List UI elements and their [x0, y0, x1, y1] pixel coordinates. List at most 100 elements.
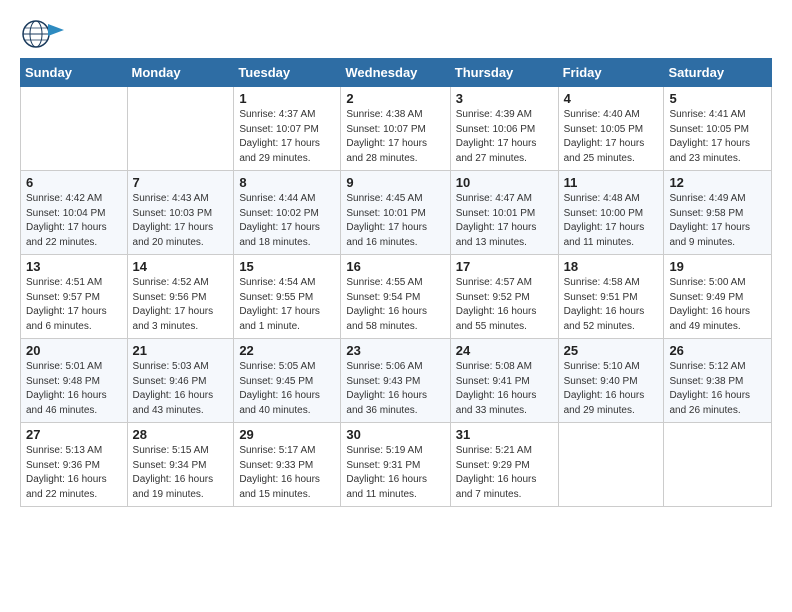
- day-number: 9: [346, 175, 444, 190]
- weekday-header-wednesday: Wednesday: [341, 59, 450, 87]
- day-number: 28: [133, 427, 229, 442]
- day-info: Sunrise: 4:47 AM Sunset: 10:01 PM Daylig…: [456, 192, 553, 250]
- day-number: 29: [239, 427, 335, 442]
- calendar-cell: 31 Sunrise: 5:21 AM Sunset: 9:29 PM Dayli…: [450, 423, 558, 507]
- day-info: Sunrise: 4:40 AM Sunset: 10:05 PM Daylig…: [564, 108, 659, 166]
- calendar-cell: 5Sunrise: 4:41 AM Sunset: 10:05 PM Dayli…: [664, 87, 772, 171]
- calendar-cell: 30 Sunrise: 5:19 AM Sunset: 9:31 PM Dayli…: [341, 423, 450, 507]
- day-info: Sunrise: 5:19 AM Sunset: 9:31 PM Dayligh…: [346, 444, 444, 502]
- calendar-cell: 14 Sunrise: 4:52 AM Sunset: 9:56 PM Dayli…: [127, 255, 234, 339]
- week-row-1: 1 Sunrise: 4:37 AM Sunset: 10:07 PM Dayli…: [21, 87, 772, 171]
- calendar-cell: 8Sunrise: 4:44 AM Sunset: 10:02 PM Dayli…: [234, 171, 341, 255]
- day-number: 14: [133, 259, 229, 274]
- day-info: Sunrise: 5:13 AM Sunset: 9:36 PM Dayligh…: [26, 444, 122, 502]
- day-info: Sunrise: 5:03 AM Sunset: 9:46 PM Dayligh…: [133, 360, 229, 418]
- day-number: 17: [456, 259, 553, 274]
- weekday-header-tuesday: Tuesday: [234, 59, 341, 87]
- day-info: Sunrise: 4:49 AM Sunset: 9:58 PM Dayligh…: [669, 192, 766, 250]
- week-row-5: 27 Sunrise: 5:13 AM Sunset: 9:36 PM Dayli…: [21, 423, 772, 507]
- week-row-4: 20 Sunrise: 5:01 AM Sunset: 9:48 PM Dayli…: [21, 339, 772, 423]
- calendar-cell: 26 Sunrise: 5:12 AM Sunset: 9:38 PM Dayli…: [664, 339, 772, 423]
- day-number: 7: [133, 175, 229, 190]
- day-info: Sunrise: 5:15 AM Sunset: 9:34 PM Dayligh…: [133, 444, 229, 502]
- day-info: Sunrise: 4:45 AM Sunset: 10:01 PM Daylig…: [346, 192, 444, 250]
- calendar-cell: 1 Sunrise: 4:37 AM Sunset: 10:07 PM Dayli…: [234, 87, 341, 171]
- day-number: 22: [239, 343, 335, 358]
- calendar-cell: 9 Sunrise: 4:45 AM Sunset: 10:01 PM Dayli…: [341, 171, 450, 255]
- calendar-cell: 20 Sunrise: 5:01 AM Sunset: 9:48 PM Dayli…: [21, 339, 128, 423]
- calendar-cell: 17 Sunrise: 4:57 AM Sunset: 9:52 PM Dayli…: [450, 255, 558, 339]
- calendar-cell: 12 Sunrise: 4:49 AM Sunset: 9:58 PM Dayli…: [664, 171, 772, 255]
- day-info: Sunrise: 5:21 AM Sunset: 9:29 PM Dayligh…: [456, 444, 553, 502]
- calendar-cell: 27 Sunrise: 5:13 AM Sunset: 9:36 PM Dayli…: [21, 423, 128, 507]
- calendar-cell: 3Sunrise: 4:39 AM Sunset: 10:06 PM Dayli…: [450, 87, 558, 171]
- page: SundayMondayTuesdayWednesdayThursdayFrid…: [0, 0, 792, 612]
- calendar-cell: 29Sunrise: 5:17 AM Sunset: 9:33 PM Dayli…: [234, 423, 341, 507]
- calendar-cell: 15 Sunrise: 4:54 AM Sunset: 9:55 PM Dayli…: [234, 255, 341, 339]
- day-number: 4: [564, 91, 659, 106]
- day-number: 19: [669, 259, 766, 274]
- day-number: 15: [239, 259, 335, 274]
- day-info: Sunrise: 5:12 AM Sunset: 9:38 PM Dayligh…: [669, 360, 766, 418]
- weekday-header-monday: Monday: [127, 59, 234, 87]
- day-info: Sunrise: 4:44 AM Sunset: 10:02 PM Daylig…: [239, 192, 335, 250]
- calendar-cell: [664, 423, 772, 507]
- logo-icon: [20, 16, 64, 52]
- calendar-cell: 2 Sunrise: 4:38 AM Sunset: 10:07 PM Dayli…: [341, 87, 450, 171]
- day-number: 12: [669, 175, 766, 190]
- day-number: 10: [456, 175, 553, 190]
- calendar-cell: 23 Sunrise: 5:06 AM Sunset: 9:43 PM Dayli…: [341, 339, 450, 423]
- day-info: Sunrise: 5:10 AM Sunset: 9:40 PM Dayligh…: [564, 360, 659, 418]
- weekday-header-saturday: Saturday: [664, 59, 772, 87]
- day-number: 16: [346, 259, 444, 274]
- day-info: Sunrise: 5:00 AM Sunset: 9:49 PM Dayligh…: [669, 276, 766, 334]
- day-info: Sunrise: 5:01 AM Sunset: 9:48 PM Dayligh…: [26, 360, 122, 418]
- logo: [20, 16, 70, 52]
- day-info: Sunrise: 4:37 AM Sunset: 10:07 PM Daylig…: [239, 108, 335, 166]
- day-info: Sunrise: 4:55 AM Sunset: 9:54 PM Dayligh…: [346, 276, 444, 334]
- calendar-cell: 22 Sunrise: 5:05 AM Sunset: 9:45 PM Dayli…: [234, 339, 341, 423]
- calendar-cell: 21 Sunrise: 5:03 AM Sunset: 9:46 PM Dayli…: [127, 339, 234, 423]
- day-number: 2: [346, 91, 444, 106]
- day-number: 31: [456, 427, 553, 442]
- day-number: 21: [133, 343, 229, 358]
- weekday-header-row: SundayMondayTuesdayWednesdayThursdayFrid…: [21, 59, 772, 87]
- day-number: 6: [26, 175, 122, 190]
- calendar-cell: 4 Sunrise: 4:40 AM Sunset: 10:05 PM Dayli…: [558, 87, 664, 171]
- week-row-3: 13Sunrise: 4:51 AM Sunset: 9:57 PM Dayli…: [21, 255, 772, 339]
- day-info: Sunrise: 4:57 AM Sunset: 9:52 PM Dayligh…: [456, 276, 553, 334]
- day-number: 1: [239, 91, 335, 106]
- calendar-cell: 13Sunrise: 4:51 AM Sunset: 9:57 PM Dayli…: [21, 255, 128, 339]
- calendar-cell: [21, 87, 128, 171]
- day-info: Sunrise: 5:06 AM Sunset: 9:43 PM Dayligh…: [346, 360, 444, 418]
- calendar-cell: 25Sunrise: 5:10 AM Sunset: 9:40 PM Dayli…: [558, 339, 664, 423]
- weekday-header-thursday: Thursday: [450, 59, 558, 87]
- calendar-cell: 19 Sunrise: 5:00 AM Sunset: 9:49 PM Dayli…: [664, 255, 772, 339]
- day-info: Sunrise: 5:08 AM Sunset: 9:41 PM Dayligh…: [456, 360, 553, 418]
- day-info: Sunrise: 5:05 AM Sunset: 9:45 PM Dayligh…: [239, 360, 335, 418]
- calendar-cell: 10 Sunrise: 4:47 AM Sunset: 10:01 PM Dayl…: [450, 171, 558, 255]
- calendar-table: SundayMondayTuesdayWednesdayThursdayFrid…: [20, 58, 772, 507]
- calendar-cell: 24Sunrise: 5:08 AM Sunset: 9:41 PM Dayli…: [450, 339, 558, 423]
- day-number: 18: [564, 259, 659, 274]
- day-info: Sunrise: 4:54 AM Sunset: 9:55 PM Dayligh…: [239, 276, 335, 334]
- day-number: 5: [669, 91, 766, 106]
- day-number: 30: [346, 427, 444, 442]
- day-number: 11: [564, 175, 659, 190]
- calendar-cell: 18 Sunrise: 4:58 AM Sunset: 9:51 PM Dayli…: [558, 255, 664, 339]
- day-number: 27: [26, 427, 122, 442]
- calendar-cell: 6Sunrise: 4:42 AM Sunset: 10:04 PM Dayli…: [21, 171, 128, 255]
- day-number: 20: [26, 343, 122, 358]
- day-info: Sunrise: 4:48 AM Sunset: 10:00 PM Daylig…: [564, 192, 659, 250]
- day-number: 3: [456, 91, 553, 106]
- day-number: 23: [346, 343, 444, 358]
- week-row-2: 6Sunrise: 4:42 AM Sunset: 10:04 PM Dayli…: [21, 171, 772, 255]
- day-info: Sunrise: 4:43 AM Sunset: 10:03 PM Daylig…: [133, 192, 229, 250]
- calendar-cell: 16 Sunrise: 4:55 AM Sunset: 9:54 PM Dayli…: [341, 255, 450, 339]
- day-info: Sunrise: 4:52 AM Sunset: 9:56 PM Dayligh…: [133, 276, 229, 334]
- day-number: 26: [669, 343, 766, 358]
- calendar-cell: 28 Sunrise: 5:15 AM Sunset: 9:34 PM Dayli…: [127, 423, 234, 507]
- day-info: Sunrise: 4:58 AM Sunset: 9:51 PM Dayligh…: [564, 276, 659, 334]
- day-info: Sunrise: 4:38 AM Sunset: 10:07 PM Daylig…: [346, 108, 444, 166]
- calendar-cell: [558, 423, 664, 507]
